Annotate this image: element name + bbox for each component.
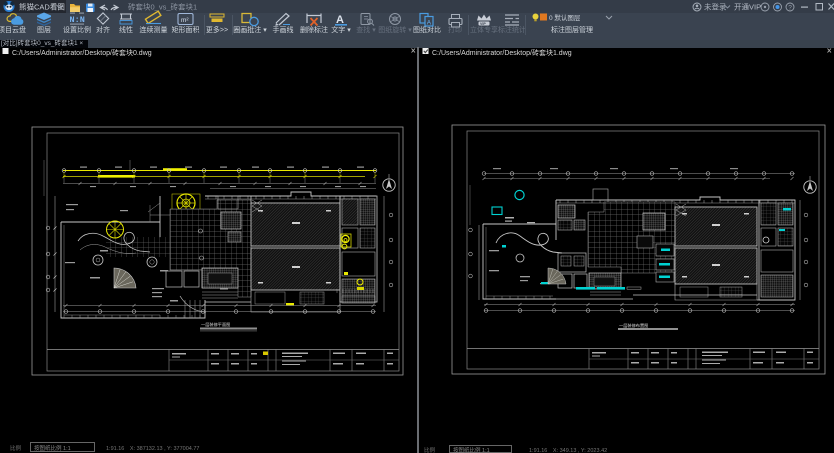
svg-text:一层装修布置图: 一层装修布置图 — [619, 322, 648, 329]
svg-text:一层装修平面图: 一层装修平面图 — [201, 321, 230, 328]
